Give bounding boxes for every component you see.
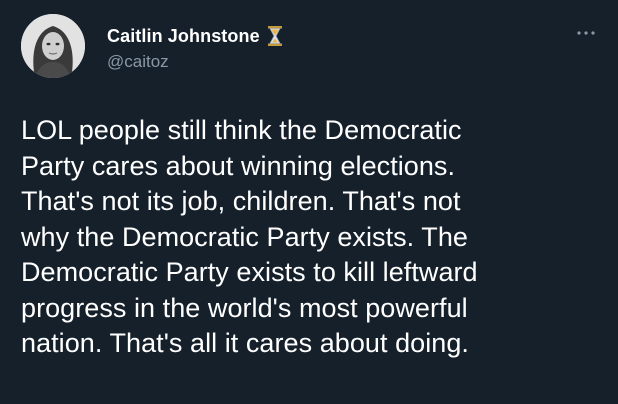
tweet-text-line: why the Democratic Party exists. The — [21, 221, 468, 252]
tweet-text-line: Democratic Party exists to kill leftward — [21, 257, 478, 287]
author-name-row: Caitlin Johnstone — [107, 23, 283, 49]
author-handle[interactable]: @caitoz — [107, 52, 169, 72]
hourglass-icon — [267, 25, 283, 47]
tweet-text-line: Party cares about winning elections. — [21, 150, 456, 181]
tweet-text-line: LOL people still think the Democratic — [21, 115, 462, 145]
tweet-text-line: nation. That's all it cares about doing. — [21, 328, 469, 358]
avatar-portrait — [21, 14, 85, 78]
tweet-text-line: progress in the world's most powerful — [21, 292, 468, 323]
more-options-icon[interactable] — [575, 22, 597, 44]
author-display-name[interactable]: Caitlin Johnstone — [107, 26, 260, 47]
avatar[interactable] — [21, 14, 85, 78]
tweet-text: LOL people still think the Democratic Pa… — [21, 113, 601, 362]
tweet-card: Caitlin Johnstone @caitoz LOL people sti… — [0, 0, 618, 404]
tweet-text-line: That's not its job, children. That's not — [21, 186, 461, 216]
